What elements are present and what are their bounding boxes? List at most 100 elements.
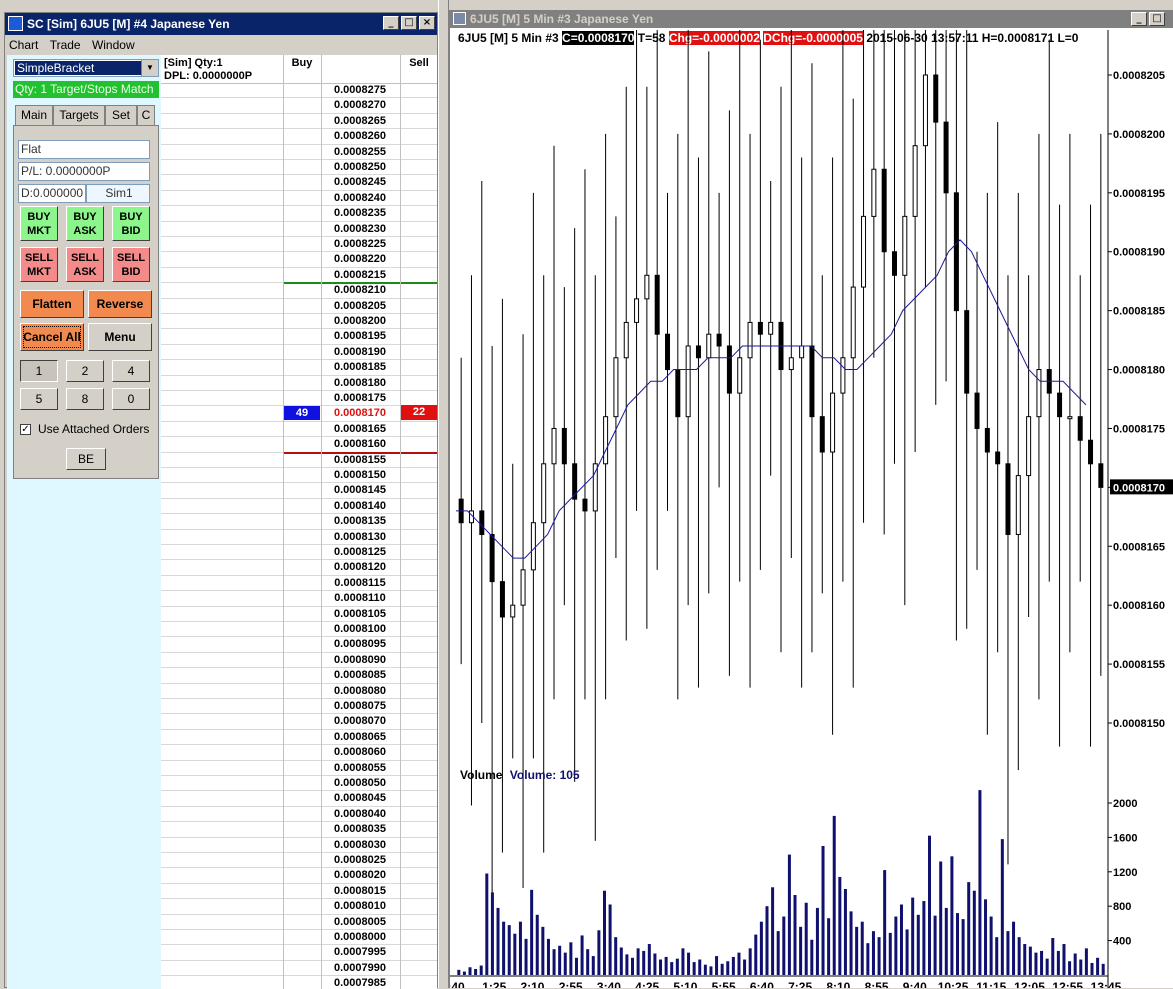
ladder-row[interactable]: 0.0008245 bbox=[161, 175, 437, 191]
ladder-row[interactable]: 0.0008095 bbox=[161, 637, 437, 653]
tab-targets[interactable]: Targets bbox=[53, 105, 105, 125]
ask-size[interactable]: 22 bbox=[401, 405, 437, 421]
ladder-row[interactable]: 0.0008020 bbox=[161, 868, 437, 884]
ladder-row[interactable]: 0.0008210 bbox=[161, 283, 437, 299]
ladder-row[interactable]: 0.0008165 bbox=[161, 422, 437, 438]
ladder-row[interactable]: 0.0008025 bbox=[161, 853, 437, 869]
ladder-row[interactable]: 0.0008215 bbox=[161, 268, 437, 284]
buy-mkt-button[interactable]: BUY MKT bbox=[20, 206, 58, 241]
strategy-select[interactable]: SimpleBracket ▼ bbox=[13, 59, 159, 77]
ladder-row[interactable]: 0.0008065 bbox=[161, 730, 437, 746]
ladder-row[interactable]: 0.0008145 bbox=[161, 483, 437, 499]
ladder-row[interactable]: 0.0008260 bbox=[161, 129, 437, 145]
ladder-row[interactable]: 0.0008240 bbox=[161, 191, 437, 207]
ladder-row[interactable]: 0.0008040 bbox=[161, 807, 437, 823]
ladder-row[interactable]: 0.0008105 bbox=[161, 607, 437, 622]
chart-titlebar[interactable]: 6JU5 [M] 5 Min #3 Japanese Yen _ □ bbox=[450, 10, 1173, 28]
qty-button-1[interactable]: 1 bbox=[20, 360, 58, 382]
ladder-row[interactable]: 0.0008090 bbox=[161, 653, 437, 669]
qty-button-2[interactable]: 2 bbox=[66, 360, 104, 382]
ladder-row[interactable]: 0.0008205 bbox=[161, 299, 437, 314]
close-icon[interactable]: × bbox=[419, 16, 435, 30]
menu-window[interactable]: Window bbox=[88, 35, 139, 55]
menu-chart[interactable]: Chart bbox=[5, 35, 42, 55]
menu-button[interactable]: Menu bbox=[88, 323, 152, 351]
ladder-row[interactable]: 0.0008185 bbox=[161, 360, 437, 376]
sell-mkt-button[interactable]: SELL MKT bbox=[20, 247, 58, 282]
ladder-row[interactable]: 0.0008220 bbox=[161, 252, 437, 268]
ladder-row[interactable]: 0.0008265 bbox=[161, 114, 437, 130]
sell-ask-button[interactable]: SELL ASK bbox=[66, 247, 104, 282]
ladder-row[interactable]: 0.0008100 bbox=[161, 622, 437, 638]
ladder-row[interactable]: 0.0008120 bbox=[161, 560, 437, 576]
ladder-row[interactable]: 0.0008060 bbox=[161, 745, 437, 761]
ladder-row[interactable]: 0.0008235 bbox=[161, 206, 437, 222]
qty-button-5[interactable]: 5 bbox=[20, 388, 58, 410]
sell-bid-button[interactable]: SELL BID bbox=[112, 247, 150, 282]
price-chart[interactable]: 0.0008205 0.0008200 0.0008195 0.0008190 0.00… bbox=[450, 30, 1173, 988]
window-splitter[interactable] bbox=[438, 0, 449, 988]
ladder-row[interactable]: 0.0008160 bbox=[161, 437, 437, 453]
bid-size[interactable]: 49 bbox=[284, 406, 320, 421]
ladder-row[interactable]: 0.0008030 bbox=[161, 838, 437, 853]
flatten-button[interactable]: Flatten bbox=[20, 290, 84, 318]
ladder-row[interactable]: 0.0008115 bbox=[161, 576, 437, 592]
reverse-button[interactable]: Reverse bbox=[88, 290, 152, 318]
ladder-row[interactable]: 0.0008150 bbox=[161, 468, 437, 484]
ladder-row[interactable]: 0.0008010 bbox=[161, 899, 437, 915]
menu-trade[interactable]: Trade bbox=[46, 35, 85, 55]
ladder-row[interactable]: 0.0008135 bbox=[161, 514, 437, 530]
ladder-row[interactable]: 0.0008190 bbox=[161, 345, 437, 361]
ladder-row[interactable]: 0.0008275 bbox=[161, 83, 437, 99]
ladder-row[interactable]: 0.0007995 bbox=[161, 945, 437, 961]
dom-titlebar[interactable]: SC [Sim] 6JU5 [M] #4 Japanese Yen _ □ × bbox=[5, 13, 437, 35]
ladder-row[interactable]: 0.0008075 bbox=[161, 699, 437, 715]
ladder-row[interactable]: 0.0008195 bbox=[161, 329, 437, 345]
ladder-row[interactable]: 0.0008110 bbox=[161, 591, 437, 607]
d-field[interactable]: D:0.000000 bbox=[18, 184, 86, 203]
use-attached-checkbox[interactable]: ✓ bbox=[20, 424, 31, 435]
ladder-row[interactable]: 0.0008175 bbox=[161, 391, 437, 407]
tab-main[interactable]: Main bbox=[15, 105, 53, 125]
chevron-down-icon[interactable]: ▼ bbox=[141, 60, 158, 76]
ladder-row[interactable]: 0.0008250 bbox=[161, 160, 437, 176]
ladder-row[interactable]: 0.0008140 bbox=[161, 499, 437, 515]
ladder-row[interactable]: 0.0008070 bbox=[161, 714, 437, 730]
ladder-row[interactable]: 0.0008255 bbox=[161, 145, 437, 160]
minimize-icon[interactable]: _ bbox=[383, 16, 399, 30]
ladder-row[interactable]: 0.0008080 bbox=[161, 684, 437, 699]
qty-button-0[interactable]: 0 bbox=[112, 388, 150, 410]
ladder-row[interactable]: 0.0008180 bbox=[161, 376, 437, 391]
ladder-row[interactable]: 0.0007990 bbox=[161, 961, 437, 977]
ladder-row[interactable]: 0.0008000 bbox=[161, 930, 437, 946]
volume-bar bbox=[776, 931, 780, 975]
ladder-row[interactable]: 0.0008035 bbox=[161, 822, 437, 838]
ladder-row[interactable]: 0.0008270 bbox=[161, 98, 437, 114]
ladder-row[interactable]: 0.0008085 bbox=[161, 668, 437, 684]
maximize-icon[interactable]: □ bbox=[1149, 12, 1165, 26]
minimize-icon[interactable]: _ bbox=[1131, 12, 1147, 26]
ladder-row[interactable]: 0.0007985 bbox=[161, 976, 437, 989]
ladder-row[interactable]: 0.0008015 bbox=[161, 884, 437, 900]
maximize-icon[interactable]: □ bbox=[401, 16, 417, 30]
ladder-row[interactable]: 0.0008225 bbox=[161, 237, 437, 253]
ladder-row[interactable]: 0.0008005 bbox=[161, 915, 437, 930]
tab-set[interactable]: Set bbox=[105, 105, 137, 125]
ladder-row[interactable]: 0.0008230 bbox=[161, 222, 437, 237]
qty-button-4[interactable]: 4 bbox=[112, 360, 150, 382]
buy-bid-button[interactable]: BUY BID bbox=[112, 206, 150, 241]
ladder-row[interactable]: 0.0008050 bbox=[161, 776, 437, 792]
ladder-row[interactable]: 0.0008200 bbox=[161, 314, 437, 330]
ladder-row[interactable]: 0.0008170 49 22 bbox=[161, 405, 437, 422]
ladder-row[interactable]: 0.0008125 bbox=[161, 545, 437, 561]
cancel-all-button[interactable]: Cancel All bbox=[20, 323, 84, 351]
ladder-row[interactable]: 0.0008055 bbox=[161, 761, 437, 776]
buy-ask-button[interactable]: BUY ASK bbox=[66, 206, 104, 241]
ladder-row[interactable]: 0.0008155 bbox=[161, 453, 437, 468]
ladder-row[interactable]: 0.0008130 bbox=[161, 530, 437, 545]
account-field[interactable]: Sim1 bbox=[86, 184, 150, 203]
tab-c[interactable]: C bbox=[137, 105, 155, 125]
qty-button-8[interactable]: 8 bbox=[66, 388, 104, 410]
ladder-row[interactable]: 0.0008045 bbox=[161, 791, 437, 807]
be-button[interactable]: BE bbox=[66, 448, 106, 470]
